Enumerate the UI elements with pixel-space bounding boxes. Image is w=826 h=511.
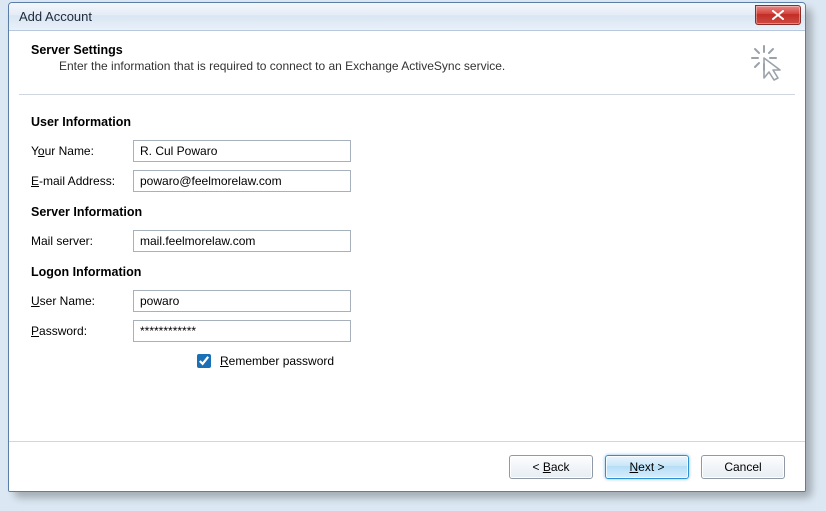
- window-title: Add Account: [19, 9, 92, 24]
- label-mail-server: Mail server:: [31, 234, 133, 248]
- user-name-field[interactable]: [133, 290, 351, 312]
- row-email: E-mail Address:: [31, 167, 783, 195]
- row-mail-server: Mail server:: [31, 227, 783, 255]
- section-server-info: Server Information: [31, 205, 783, 219]
- header-title: Server Settings: [31, 43, 787, 57]
- remember-checkbox[interactable]: [197, 354, 211, 368]
- row-your-name: Your Name:: [31, 137, 783, 165]
- cancel-button[interactable]: Cancel: [701, 455, 785, 479]
- label-remember: Remember password: [220, 354, 334, 368]
- next-button[interactable]: Next >: [605, 455, 689, 479]
- back-button[interactable]: < Back: [509, 455, 593, 479]
- mail-server-field[interactable]: [133, 230, 351, 252]
- dialog-window: Add Account Server Settings Enter the in…: [8, 2, 806, 492]
- label-password: Password:: [31, 324, 133, 338]
- close-button[interactable]: [755, 5, 801, 25]
- label-your-name: Your Name:: [31, 144, 133, 158]
- section-user-info: User Information: [31, 115, 783, 129]
- password-field[interactable]: [133, 320, 351, 342]
- row-user-name: User Name:: [31, 287, 783, 315]
- titlebar: Add Account: [9, 3, 805, 31]
- email-field[interactable]: [133, 170, 351, 192]
- section-logon-info: Logon Information: [31, 265, 783, 279]
- footer: < Back Next > Cancel: [9, 441, 805, 491]
- header-subtitle: Enter the information that is required t…: [59, 59, 787, 73]
- content-area: User Information Your Name: E-mail Addre…: [9, 95, 805, 371]
- cursor-sparkle-icon: [749, 43, 789, 83]
- close-icon: [772, 10, 784, 20]
- label-email: E-mail Address:: [31, 174, 133, 188]
- header-strip: Server Settings Enter the information th…: [19, 39, 795, 95]
- label-user-name: User Name:: [31, 294, 133, 308]
- row-remember: Remember password: [193, 351, 783, 371]
- your-name-field[interactable]: [133, 140, 351, 162]
- row-password: Password:: [31, 317, 783, 345]
